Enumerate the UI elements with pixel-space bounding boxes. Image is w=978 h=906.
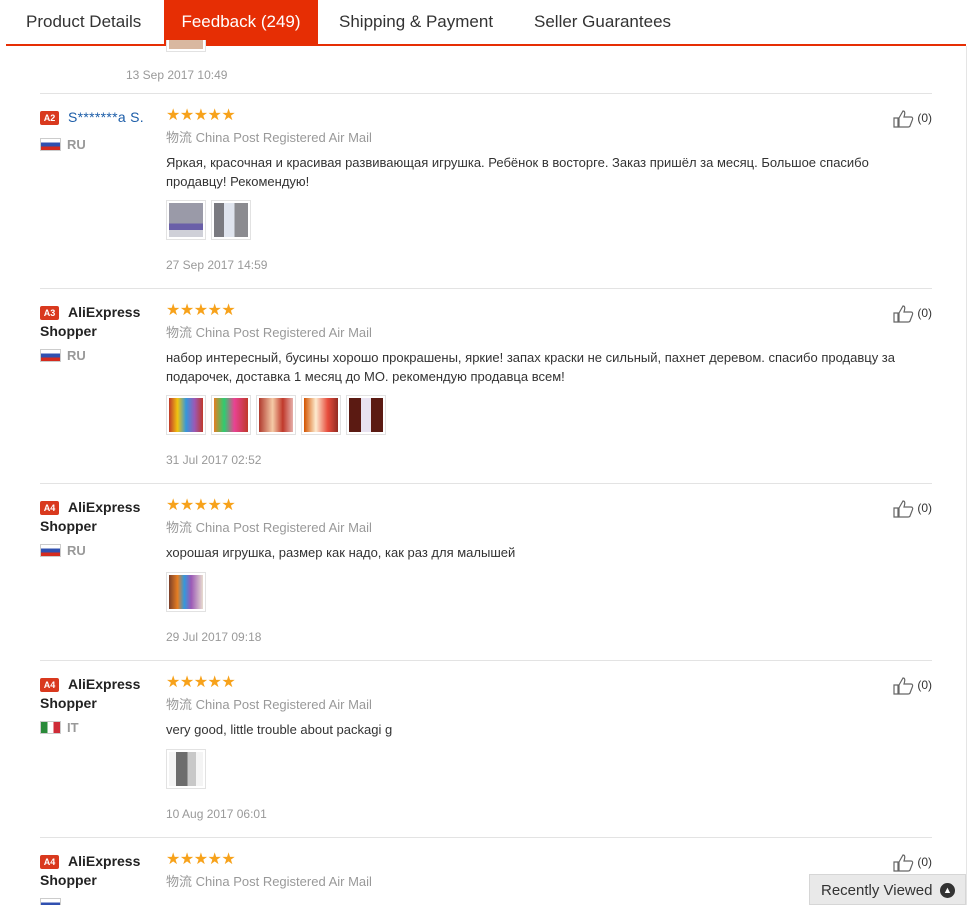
tab-product-details[interactable]: Product Details [26, 0, 141, 44]
review-photo-thumb[interactable] [256, 395, 296, 435]
buyer-name: AliExpress Shopper [40, 499, 141, 534]
review-text: Яркая, красочная и красивая развивающая … [166, 155, 869, 189]
recently-viewed-button[interactable]: Recently Viewed ▲ [809, 874, 966, 905]
recently-viewed-label: Recently Viewed [821, 882, 933, 899]
review-photo-thumb[interactable] [166, 40, 206, 52]
flag-icon-ru [40, 138, 61, 151]
star-rating: ★★★★★ [166, 497, 236, 514]
helpful-count: (0) [917, 678, 932, 693]
helpful-button[interactable]: (0) [893, 110, 932, 128]
helpful-count: (0) [917, 855, 932, 870]
shipping-method: 物流 China Post Registered Air Mail [166, 325, 372, 340]
buyer-country: RU [67, 137, 86, 152]
review-photos [166, 395, 391, 437]
review-photo-thumb[interactable] [211, 200, 251, 240]
review-photo-thumb[interactable] [166, 395, 206, 435]
product-tabs: Product Details Feedback (249) Shipping … [0, 0, 978, 46]
review-photos [166, 572, 211, 614]
buyer-country: RU [67, 348, 86, 363]
review-item: A4 AliExpress Shopper ★★★★★ 物流 China Pos… [40, 852, 932, 905]
review-divider [40, 483, 932, 484]
star-rating: ★★★★★ [166, 302, 236, 319]
thumbs-up-icon [893, 854, 914, 872]
review-photos [166, 200, 256, 242]
review-date: 10 Aug 2017 06:01 [166, 807, 267, 821]
chevron-up-icon: ▲ [940, 883, 955, 898]
tab-seller-guarantees[interactable]: Seller Guarantees [534, 0, 671, 44]
review-photo-thumb[interactable] [166, 749, 206, 789]
star-rating: ★★★★★ [166, 107, 236, 124]
review-date: 29 Jul 2017 09:18 [166, 630, 262, 644]
shipping-method: 物流 China Post Registered Air Mail [166, 697, 372, 712]
helpful-count: (0) [917, 111, 932, 126]
buyer-country: IT [67, 720, 79, 735]
flag-icon-ru [40, 898, 61, 905]
review-text: набор интересный, бусины хорошо прокраше… [166, 350, 895, 384]
review-photo-thumb[interactable] [346, 395, 386, 435]
review-date: 31 Jul 2017 02:52 [166, 453, 262, 467]
shipping-method: 物流 China Post Registered Air Mail [166, 520, 372, 535]
flag-icon-ru [40, 349, 61, 362]
thumbs-up-icon [893, 500, 914, 518]
content-border [966, 46, 967, 905]
star-rating: ★★★★★ [166, 674, 236, 691]
buyer-name: AliExpress Shopper [40, 304, 141, 339]
helpful-button[interactable]: (0) [893, 854, 932, 872]
review-photos [166, 749, 211, 791]
review-item: A2 S*******a S. RU ★★★★★ 物流 China Post R… [40, 108, 932, 278]
shipping-method: 物流 China Post Registered Air Mail [166, 130, 372, 145]
buyer-level-badge: A2 [40, 111, 59, 125]
review-date: 27 Sep 2017 14:59 [166, 258, 268, 272]
thumbs-up-icon [893, 305, 914, 323]
review-photo-thumb[interactable] [166, 200, 206, 240]
star-rating: ★★★★★ [166, 852, 236, 868]
thumbs-up-icon [893, 677, 914, 695]
tab-shipping-payment[interactable]: Shipping & Payment [339, 0, 493, 44]
review-divider [40, 837, 932, 838]
review-divider [40, 660, 932, 661]
review-divider [40, 288, 932, 289]
review-photo-thumb[interactable] [166, 572, 206, 612]
review-text: хорошая игрушка, размер как надо, как ра… [166, 545, 516, 560]
helpful-button[interactable]: (0) [893, 305, 932, 323]
tabs-underline [6, 44, 966, 46]
review-text: very good, little trouble about packagi … [166, 722, 393, 737]
buyer-country: RU [67, 543, 86, 558]
review-divider [40, 93, 932, 94]
review-item: A3 AliExpress Shopper RU ★★★★★ 物流 China … [40, 303, 932, 473]
flag-icon-it [40, 721, 61, 734]
flag-icon-ru [40, 544, 61, 557]
helpful-button[interactable]: (0) [893, 677, 932, 695]
shipping-method: 物流 China Post Registered Air Mail [166, 874, 372, 889]
buyer-name: AliExpress Shopper [40, 676, 141, 711]
buyer-name: AliExpress Shopper [40, 853, 141, 888]
thumbs-up-icon [893, 110, 914, 128]
review-item: A4 AliExpress Shopper RU ★★★★★ 物流 China … [40, 498, 932, 648]
helpful-count: (0) [917, 306, 932, 321]
review-item: A4 AliExpress Shopper IT ★★★★★ 物流 China … [40, 675, 932, 825]
review-date: 13 Sep 2017 10:49 [126, 68, 228, 82]
review-photo-thumb[interactable] [301, 395, 341, 435]
helpful-count: (0) [917, 501, 932, 516]
review-photo-thumb[interactable] [211, 395, 251, 435]
tab-feedback[interactable]: Feedback (249) [164, 0, 318, 44]
helpful-button[interactable]: (0) [893, 500, 932, 518]
